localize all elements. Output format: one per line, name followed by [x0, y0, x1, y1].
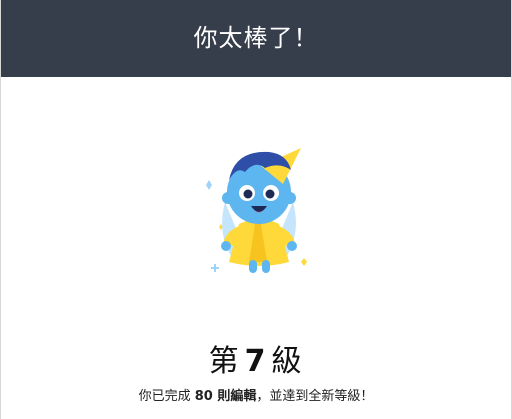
dialog-header: 你太棒了！	[1, 0, 511, 77]
dialog-title: 你太棒了！	[193, 24, 319, 52]
level-prefix: 第	[208, 344, 241, 379]
level-number: 7	[244, 344, 268, 379]
completion-message: 你已完成 80 則編輯，並達到全新等級！	[1, 385, 511, 404]
level-heading: 第7級	[1, 336, 511, 380]
message-after: ，並達到全新等級！	[256, 389, 374, 404]
level-suffix: 級	[271, 344, 304, 379]
wizard-mascot-icon	[197, 140, 321, 280]
edit-count: 80 則編輯	[194, 389, 257, 404]
level-up-dialog: 你太棒了！ 第 7 級 你已完成 80 則編輯，並達到全新等級！	[0, 0, 512, 419]
message-before: 你已完成	[138, 389, 195, 404]
